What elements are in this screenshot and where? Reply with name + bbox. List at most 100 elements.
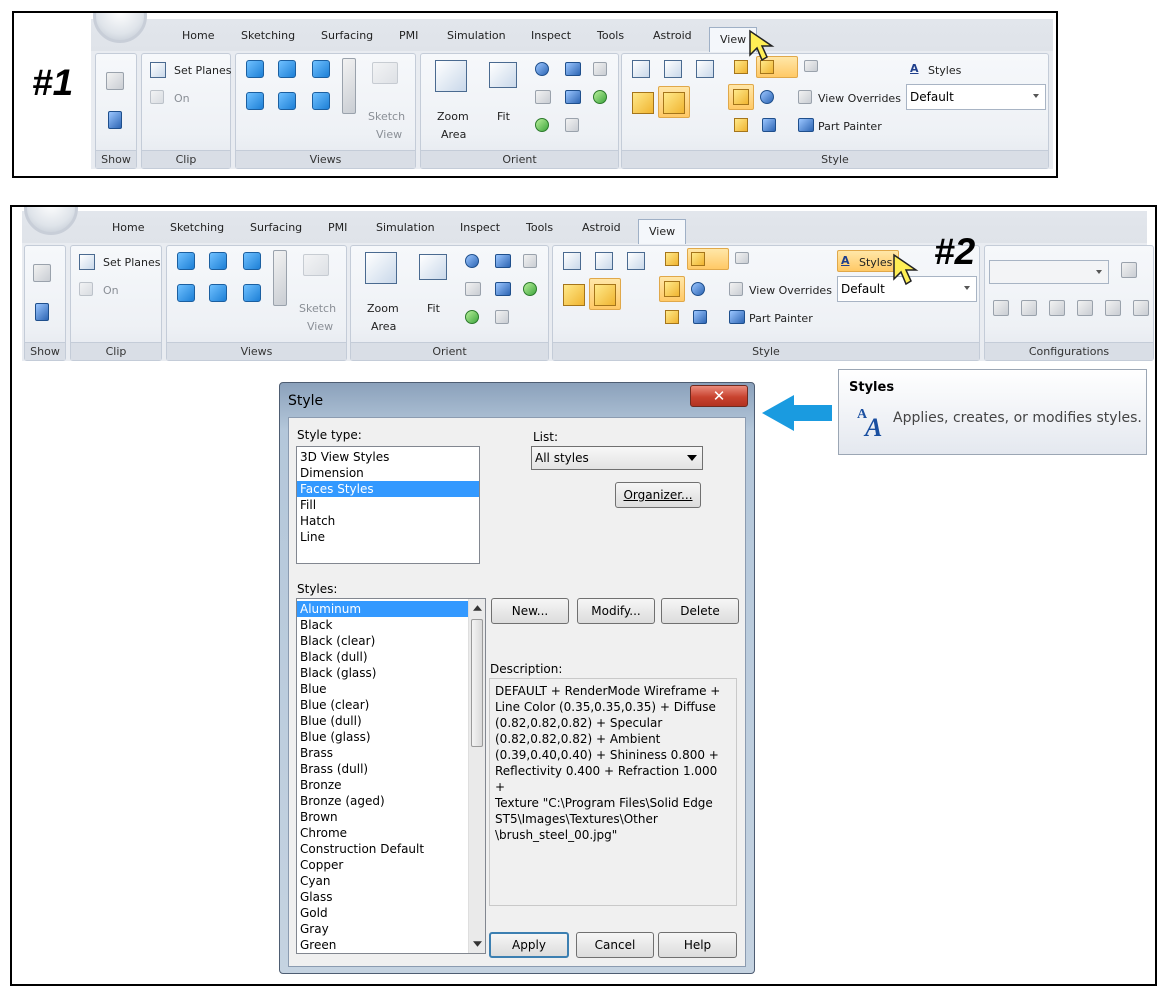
pan-icon[interactable]	[495, 254, 511, 268]
look-at-icon[interactable]	[593, 90, 607, 104]
reflect-icon[interactable]	[693, 310, 707, 324]
style-item[interactable]: Construction Default	[297, 841, 469, 857]
config-save-icon[interactable]	[1121, 262, 1137, 278]
view-dimetric-icon[interactable]	[209, 284, 227, 302]
apply-button[interactable]: Apply	[489, 932, 569, 958]
clip-on-button[interactable]: On	[103, 284, 119, 297]
set-planes-button[interactable]: Set Planes	[103, 256, 160, 269]
rotate-icon[interactable]	[535, 90, 551, 104]
help-button[interactable]: Help	[658, 932, 737, 958]
tab-inspect[interactable]: Inspect	[460, 221, 500, 234]
style-item[interactable]: Bronze (aged)	[297, 793, 469, 809]
zoom-area-label-1[interactable]: Zoom	[437, 110, 469, 123]
zoom-icon[interactable]	[535, 62, 549, 76]
tab-pmi[interactable]: PMI	[328, 221, 347, 234]
spin-icon[interactable]	[495, 282, 511, 296]
styles-button[interactable]: Styles	[859, 256, 892, 269]
hidden-edges-icon[interactable]	[627, 252, 645, 270]
view-iso-icon[interactable]	[177, 284, 195, 302]
zoom-area-label-2[interactable]: Area	[371, 320, 396, 333]
config-tool-5-icon[interactable]	[1133, 300, 1149, 316]
shaded-icon[interactable]	[563, 284, 585, 306]
tab-sketching[interactable]: Sketching	[241, 29, 295, 42]
scroll-thumb[interactable]	[471, 619, 483, 747]
sketch-view-label-1[interactable]: Sketch	[299, 302, 336, 315]
style-item[interactable]: Copper	[297, 857, 469, 873]
style-type-item[interactable]: 3D View Styles	[297, 449, 479, 465]
view-front-icon[interactable]	[177, 252, 195, 270]
view-iso-icon[interactable]	[246, 92, 264, 110]
window-icon[interactable]	[593, 62, 607, 76]
tab-tools[interactable]: Tools	[526, 221, 553, 234]
view-top-icon[interactable]	[278, 60, 296, 78]
tab-sketching[interactable]: Sketching	[170, 221, 224, 234]
style-type-list[interactable]: 3D View Styles Dimension Faces Styles Fill H…	[296, 446, 480, 564]
pan-icon[interactable]	[565, 62, 581, 76]
zoom-area-icon[interactable]	[365, 252, 397, 284]
part-painter-button[interactable]: Part Painter	[749, 312, 813, 325]
styles-button[interactable]: Styles	[928, 64, 961, 77]
fit-label[interactable]: Fit	[497, 110, 510, 123]
style-item[interactable]: Green	[297, 937, 469, 953]
texture-icon[interactable]	[734, 118, 748, 132]
modify-button[interactable]: Modify...	[577, 598, 655, 624]
camera-icon[interactable]	[1105, 300, 1121, 316]
wireframe-icon[interactable]	[563, 252, 581, 270]
config-tool-1-icon[interactable]	[993, 300, 1009, 316]
refresh-icon[interactable]	[465, 310, 479, 324]
tab-inspect[interactable]: Inspect	[531, 29, 571, 42]
view-overrides-button[interactable]: View Overrides	[749, 284, 832, 297]
visible-edges-icon[interactable]	[664, 60, 682, 78]
tab-surfacing[interactable]: Surfacing	[321, 29, 373, 42]
shaded-icon[interactable]	[632, 92, 654, 114]
named-views-icon[interactable]	[565, 118, 579, 132]
style-item[interactable]: Blue (glass)	[297, 729, 469, 745]
config-tool-2-icon[interactable]	[1021, 300, 1037, 316]
tab-astroid[interactable]: Astroid	[582, 221, 621, 234]
view-top-icon[interactable]	[209, 252, 227, 270]
show-display-icon[interactable]	[35, 303, 49, 321]
tab-astroid[interactable]: Astroid	[653, 29, 692, 42]
view-trimetric-icon[interactable]	[312, 92, 330, 110]
rotate-icon[interactable]	[465, 282, 481, 296]
zoom-area-label-1[interactable]: Zoom	[367, 302, 399, 315]
tab-pmi[interactable]: PMI	[399, 29, 418, 42]
zoom-icon[interactable]	[465, 254, 479, 268]
views-scroll-icon[interactable]	[273, 250, 287, 306]
show-display-icon[interactable]	[108, 111, 122, 129]
globe-icon[interactable]	[691, 282, 705, 296]
render-mode-icon[interactable]	[665, 252, 679, 266]
tab-simulation[interactable]: Simulation	[447, 29, 506, 42]
style-item[interactable]: Bronze	[297, 777, 469, 793]
grid-icon[interactable]	[735, 252, 749, 264]
part-painter-button[interactable]: Part Painter	[818, 120, 882, 133]
grid-icon[interactable]	[804, 60, 818, 72]
sketch-view-label-2[interactable]: View	[307, 320, 333, 333]
list-dropdown[interactable]: All styles	[531, 446, 703, 470]
style-combo[interactable]: Default	[906, 84, 1046, 110]
named-views-icon[interactable]	[495, 310, 509, 324]
style-type-item[interactable]: Line	[297, 529, 479, 545]
style-item[interactable]: Black (glass)	[297, 665, 469, 681]
set-planes-button[interactable]: Set Planes	[174, 64, 231, 77]
style-item[interactable]: Aluminum	[297, 601, 469, 617]
style-item[interactable]: Blue	[297, 681, 469, 697]
style-item[interactable]: Black	[297, 617, 469, 633]
styles-list[interactable]: Aluminum Black Black (clear) Black (dull) Bl…	[296, 598, 486, 954]
style-item[interactable]: Chrome	[297, 825, 469, 841]
style-item[interactable]: Cyan	[297, 873, 469, 889]
look-at-icon[interactable]	[523, 282, 537, 296]
style-item[interactable]: Brown	[297, 809, 469, 825]
style-item[interactable]: Glass	[297, 889, 469, 905]
view-trimetric-icon[interactable]	[243, 284, 261, 302]
show-toggle-icon[interactable]	[33, 264, 51, 282]
style-type-item[interactable]: Hatch	[297, 513, 479, 529]
style-item[interactable]: Black (clear)	[297, 633, 469, 649]
new-button[interactable]: New...	[491, 598, 569, 624]
window-icon[interactable]	[523, 254, 537, 268]
style-item[interactable]: Gold	[297, 905, 469, 921]
tab-tools[interactable]: Tools	[597, 29, 624, 42]
fit-label[interactable]: Fit	[427, 302, 440, 315]
refresh-icon[interactable]	[535, 118, 549, 132]
wireframe-icon[interactable]	[632, 60, 650, 78]
